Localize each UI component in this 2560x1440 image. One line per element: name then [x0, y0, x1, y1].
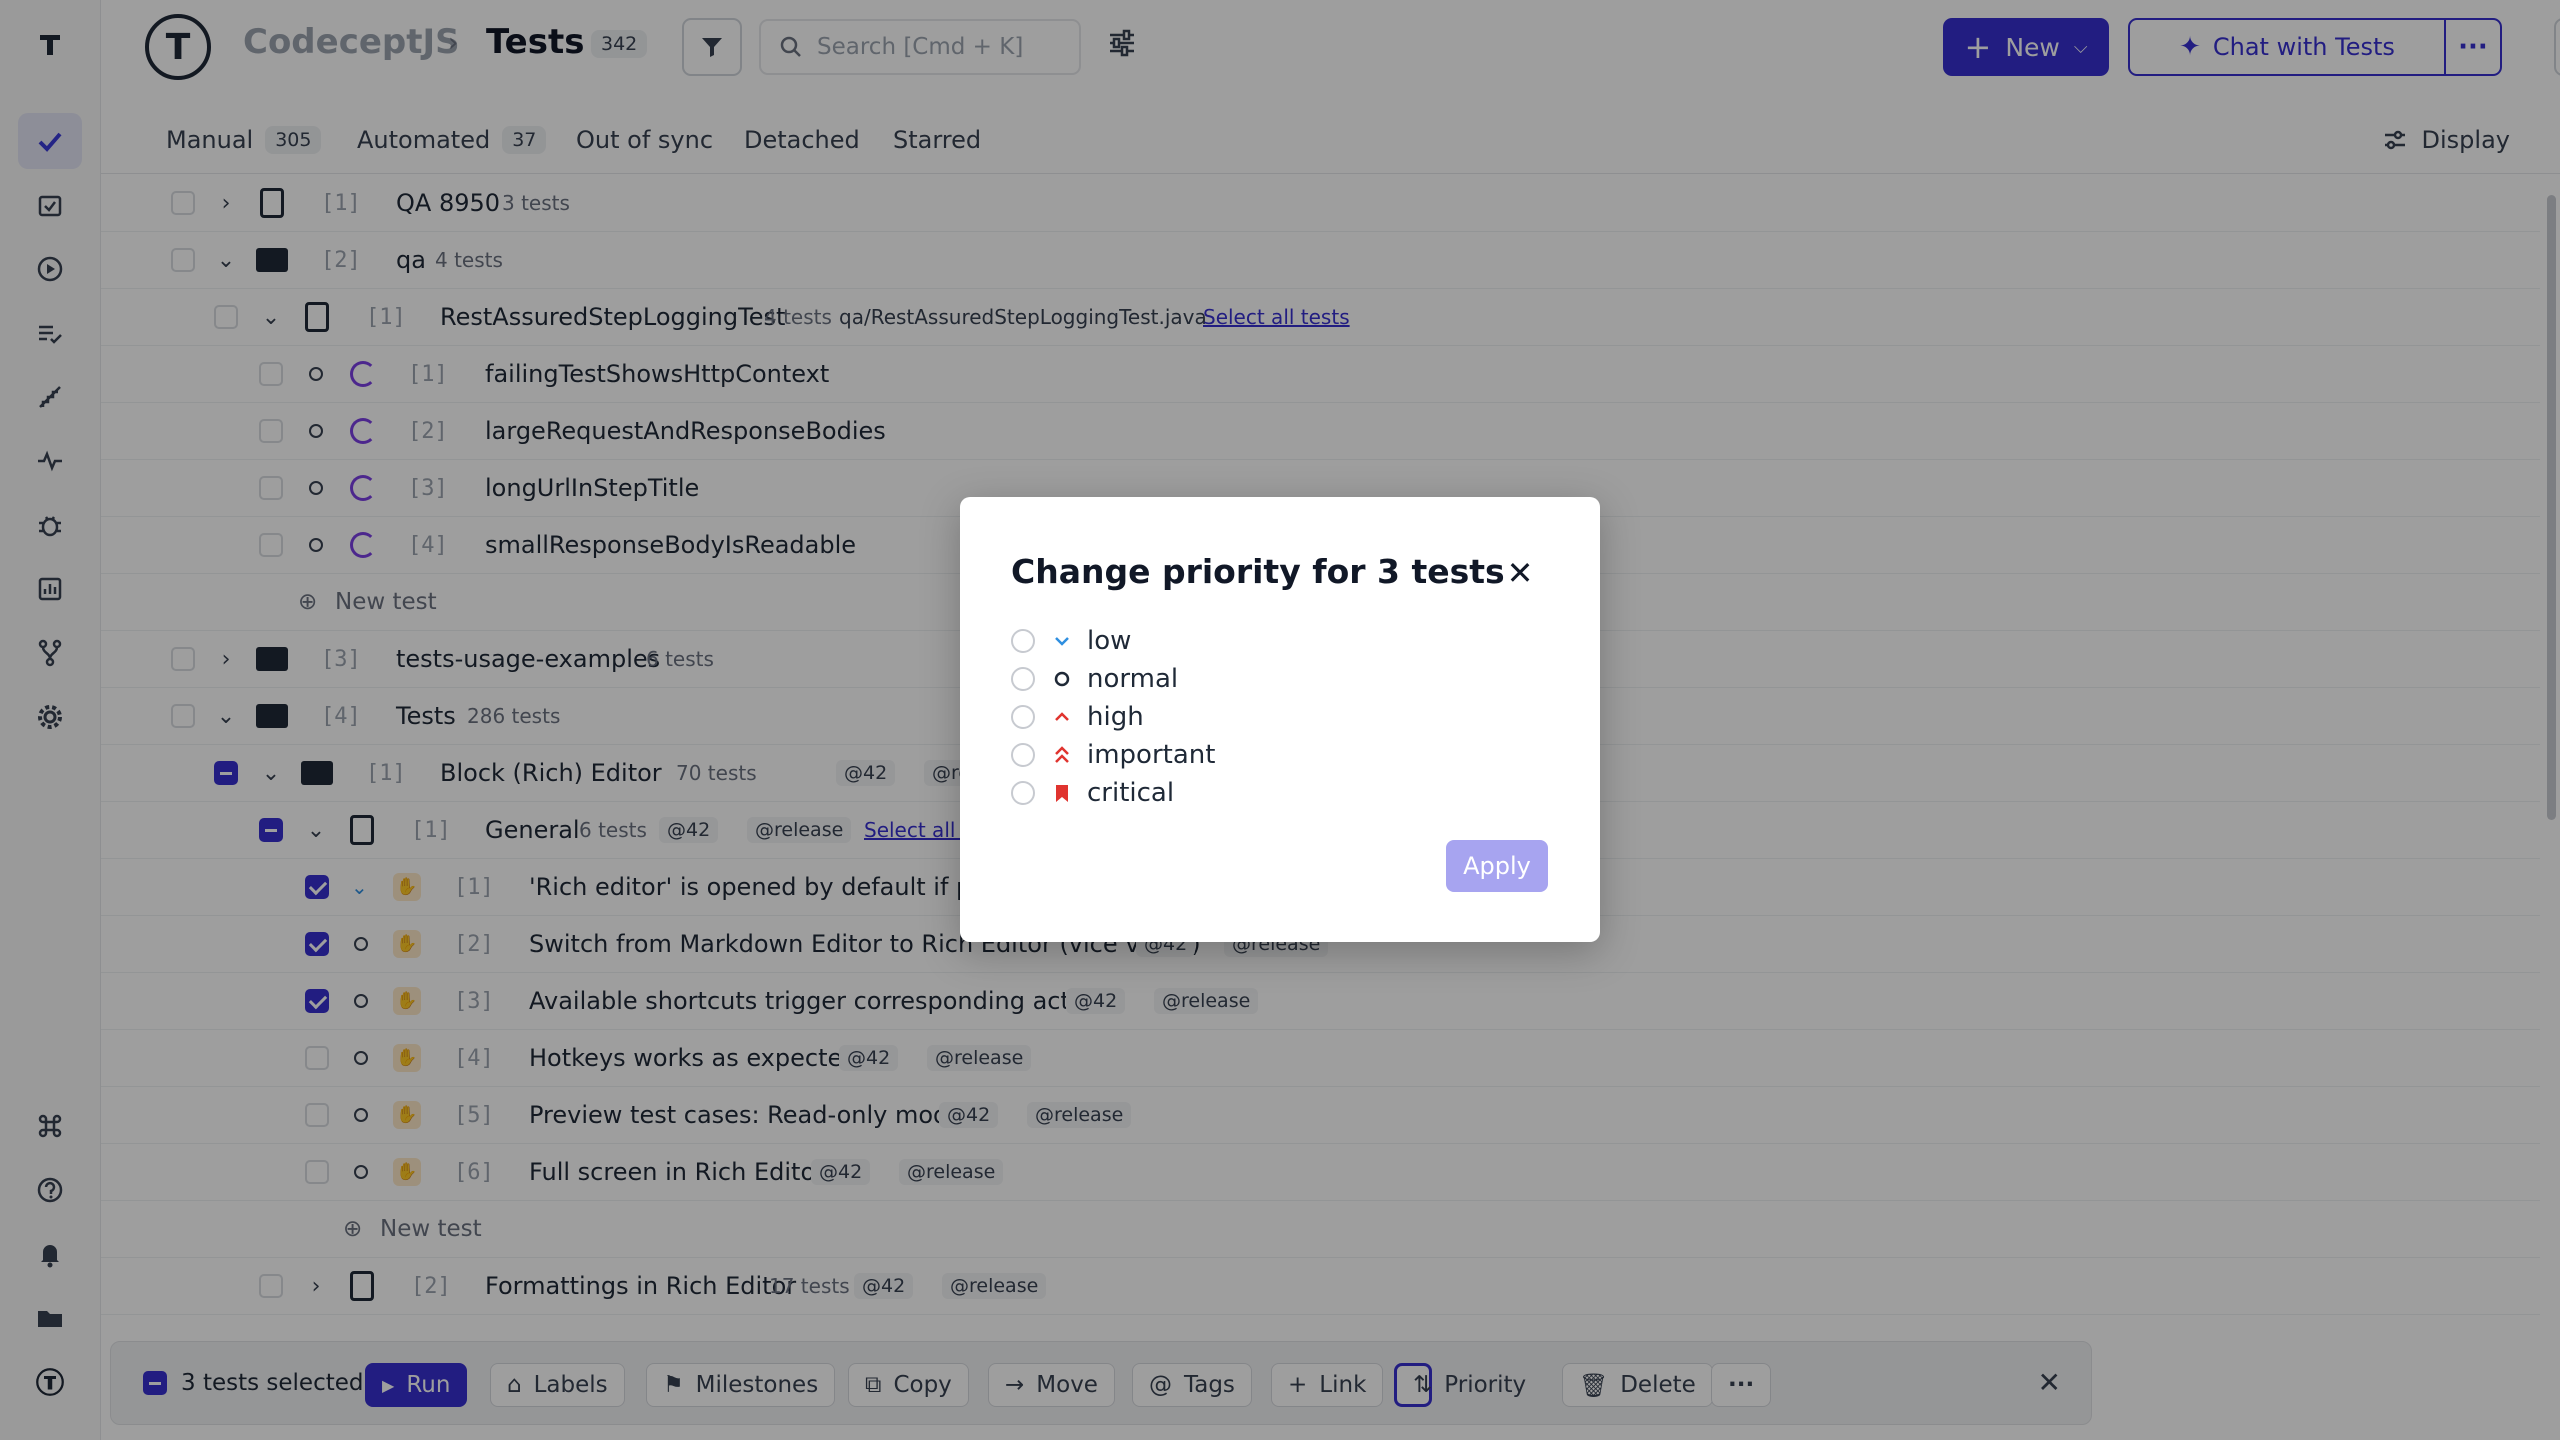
chevron-up-icon [1051, 706, 1073, 728]
radio-button[interactable] [1011, 743, 1035, 767]
priority-option-high[interactable]: high [1011, 701, 1144, 733]
radio-button[interactable] [1011, 781, 1035, 805]
radio-button[interactable] [1011, 629, 1035, 653]
change-priority-dialog: Change priority for 3 tests ✕ low normal… [960, 497, 1600, 942]
option-label: critical [1087, 778, 1175, 808]
radio-button[interactable] [1011, 705, 1035, 729]
priority-option-low[interactable]: low [1011, 625, 1131, 657]
option-label: important [1087, 740, 1216, 770]
chevron-down-icon [1051, 630, 1073, 652]
option-label: high [1087, 702, 1144, 732]
radio-button[interactable] [1011, 667, 1035, 691]
bookmark-icon [1051, 782, 1073, 804]
apply-button[interactable]: Apply [1446, 840, 1548, 892]
option-label: normal [1087, 664, 1179, 694]
priority-option-critical[interactable]: critical [1011, 777, 1174, 809]
dialog-title: Change priority for 3 tests [1011, 552, 1505, 591]
circle-icon [1051, 668, 1073, 690]
option-label: low [1087, 626, 1132, 656]
double-chevron-up-icon [1051, 744, 1073, 766]
priority-option-important[interactable]: important [1011, 739, 1215, 771]
priority-option-normal[interactable]: normal [1011, 663, 1178, 695]
close-icon[interactable]: ✕ [1500, 553, 1540, 593]
